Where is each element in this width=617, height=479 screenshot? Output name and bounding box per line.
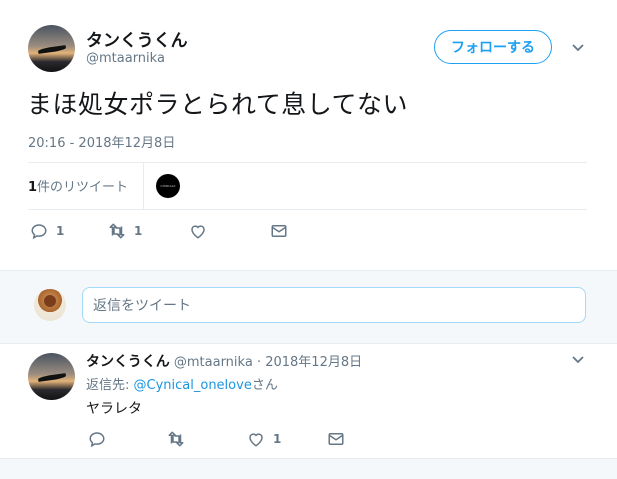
retweet-label: 件のリツイート [37, 180, 129, 195]
reply-dm-action[interactable] [327, 430, 345, 448]
reply-action[interactable]: 1 [30, 222, 64, 240]
stats-top-divider [28, 162, 587, 163]
retweet-icon [168, 431, 184, 447]
reply-like-action[interactable]: 1 [247, 430, 281, 448]
reply-to-prefix: 返信先: [86, 378, 134, 393]
stats-separator [143, 163, 144, 209]
reply-count: 1 [56, 224, 65, 238]
retweet-stats[interactable]: 1件のリツイート [28, 176, 128, 195]
reply-author-avatar[interactable] [28, 353, 75, 400]
reply-date[interactable]: · 2018年12月8日 [257, 355, 362, 370]
reply-text: ヤラレタ [86, 401, 142, 417]
reply-header: タンくうくん @mtaarnika · 2018年12月8日 [86, 351, 362, 371]
reply-author-name[interactable]: タンくうくん [86, 354, 170, 370]
dm-action[interactable] [270, 222, 288, 240]
like-action[interactable] [189, 222, 215, 240]
follow-button[interactable]: フォローする [434, 30, 552, 64]
retweet-count: 1 [28, 180, 38, 195]
retweet-icon [109, 223, 125, 239]
reply-input[interactable]: 返信をツイート [82, 287, 586, 323]
avatar-plane-shape [38, 372, 67, 382]
reply-chevron-down-icon[interactable] [570, 352, 586, 368]
envelope-icon [328, 433, 344, 445]
reply-icon [89, 432, 105, 448]
reply-retweet-action[interactable] [167, 430, 193, 448]
bottom-band [0, 458, 617, 479]
reply-to-suffix: さん [251, 378, 278, 393]
reply-icon [31, 224, 47, 240]
tweet-timestamp[interactable]: 20:16 - 2018年12月8日 [28, 132, 175, 151]
reply-input-placeholder: 返信をツイート [93, 298, 191, 314]
reply-reply-action[interactable] [88, 430, 114, 448]
author-display-name[interactable]: タンくうくん [86, 26, 188, 51]
heart-icon [191, 225, 205, 239]
reply-author-handle[interactable]: @mtaarnika [174, 355, 253, 370]
tweet-text: まほ処女ポラとられて息してない [27, 90, 409, 119]
author-handle[interactable]: @mtaarnika [86, 51, 165, 66]
author-avatar[interactable] [28, 25, 75, 72]
stats-bottom-divider [28, 209, 587, 210]
reply-context: 返信先: @Cynical_oneloveさん [86, 374, 278, 393]
avatar-figure-shape [44, 295, 56, 307]
chevron-down-icon[interactable] [570, 40, 586, 56]
avatar-plane-shape [38, 44, 67, 54]
heart-icon [249, 433, 263, 447]
retweeter-avatar[interactable]: CYNICALX [156, 174, 180, 198]
reply-like-count: 1 [273, 432, 282, 446]
envelope-icon [271, 225, 287, 237]
retweeter-avatar-text: CYNICALX [160, 184, 176, 188]
reply-to-user-link[interactable]: @Cynical_onelove [134, 378, 252, 393]
retweet-action[interactable]: 1 [108, 222, 142, 240]
retweet-count: 1 [134, 224, 143, 238]
current-user-avatar[interactable] [34, 289, 66, 321]
